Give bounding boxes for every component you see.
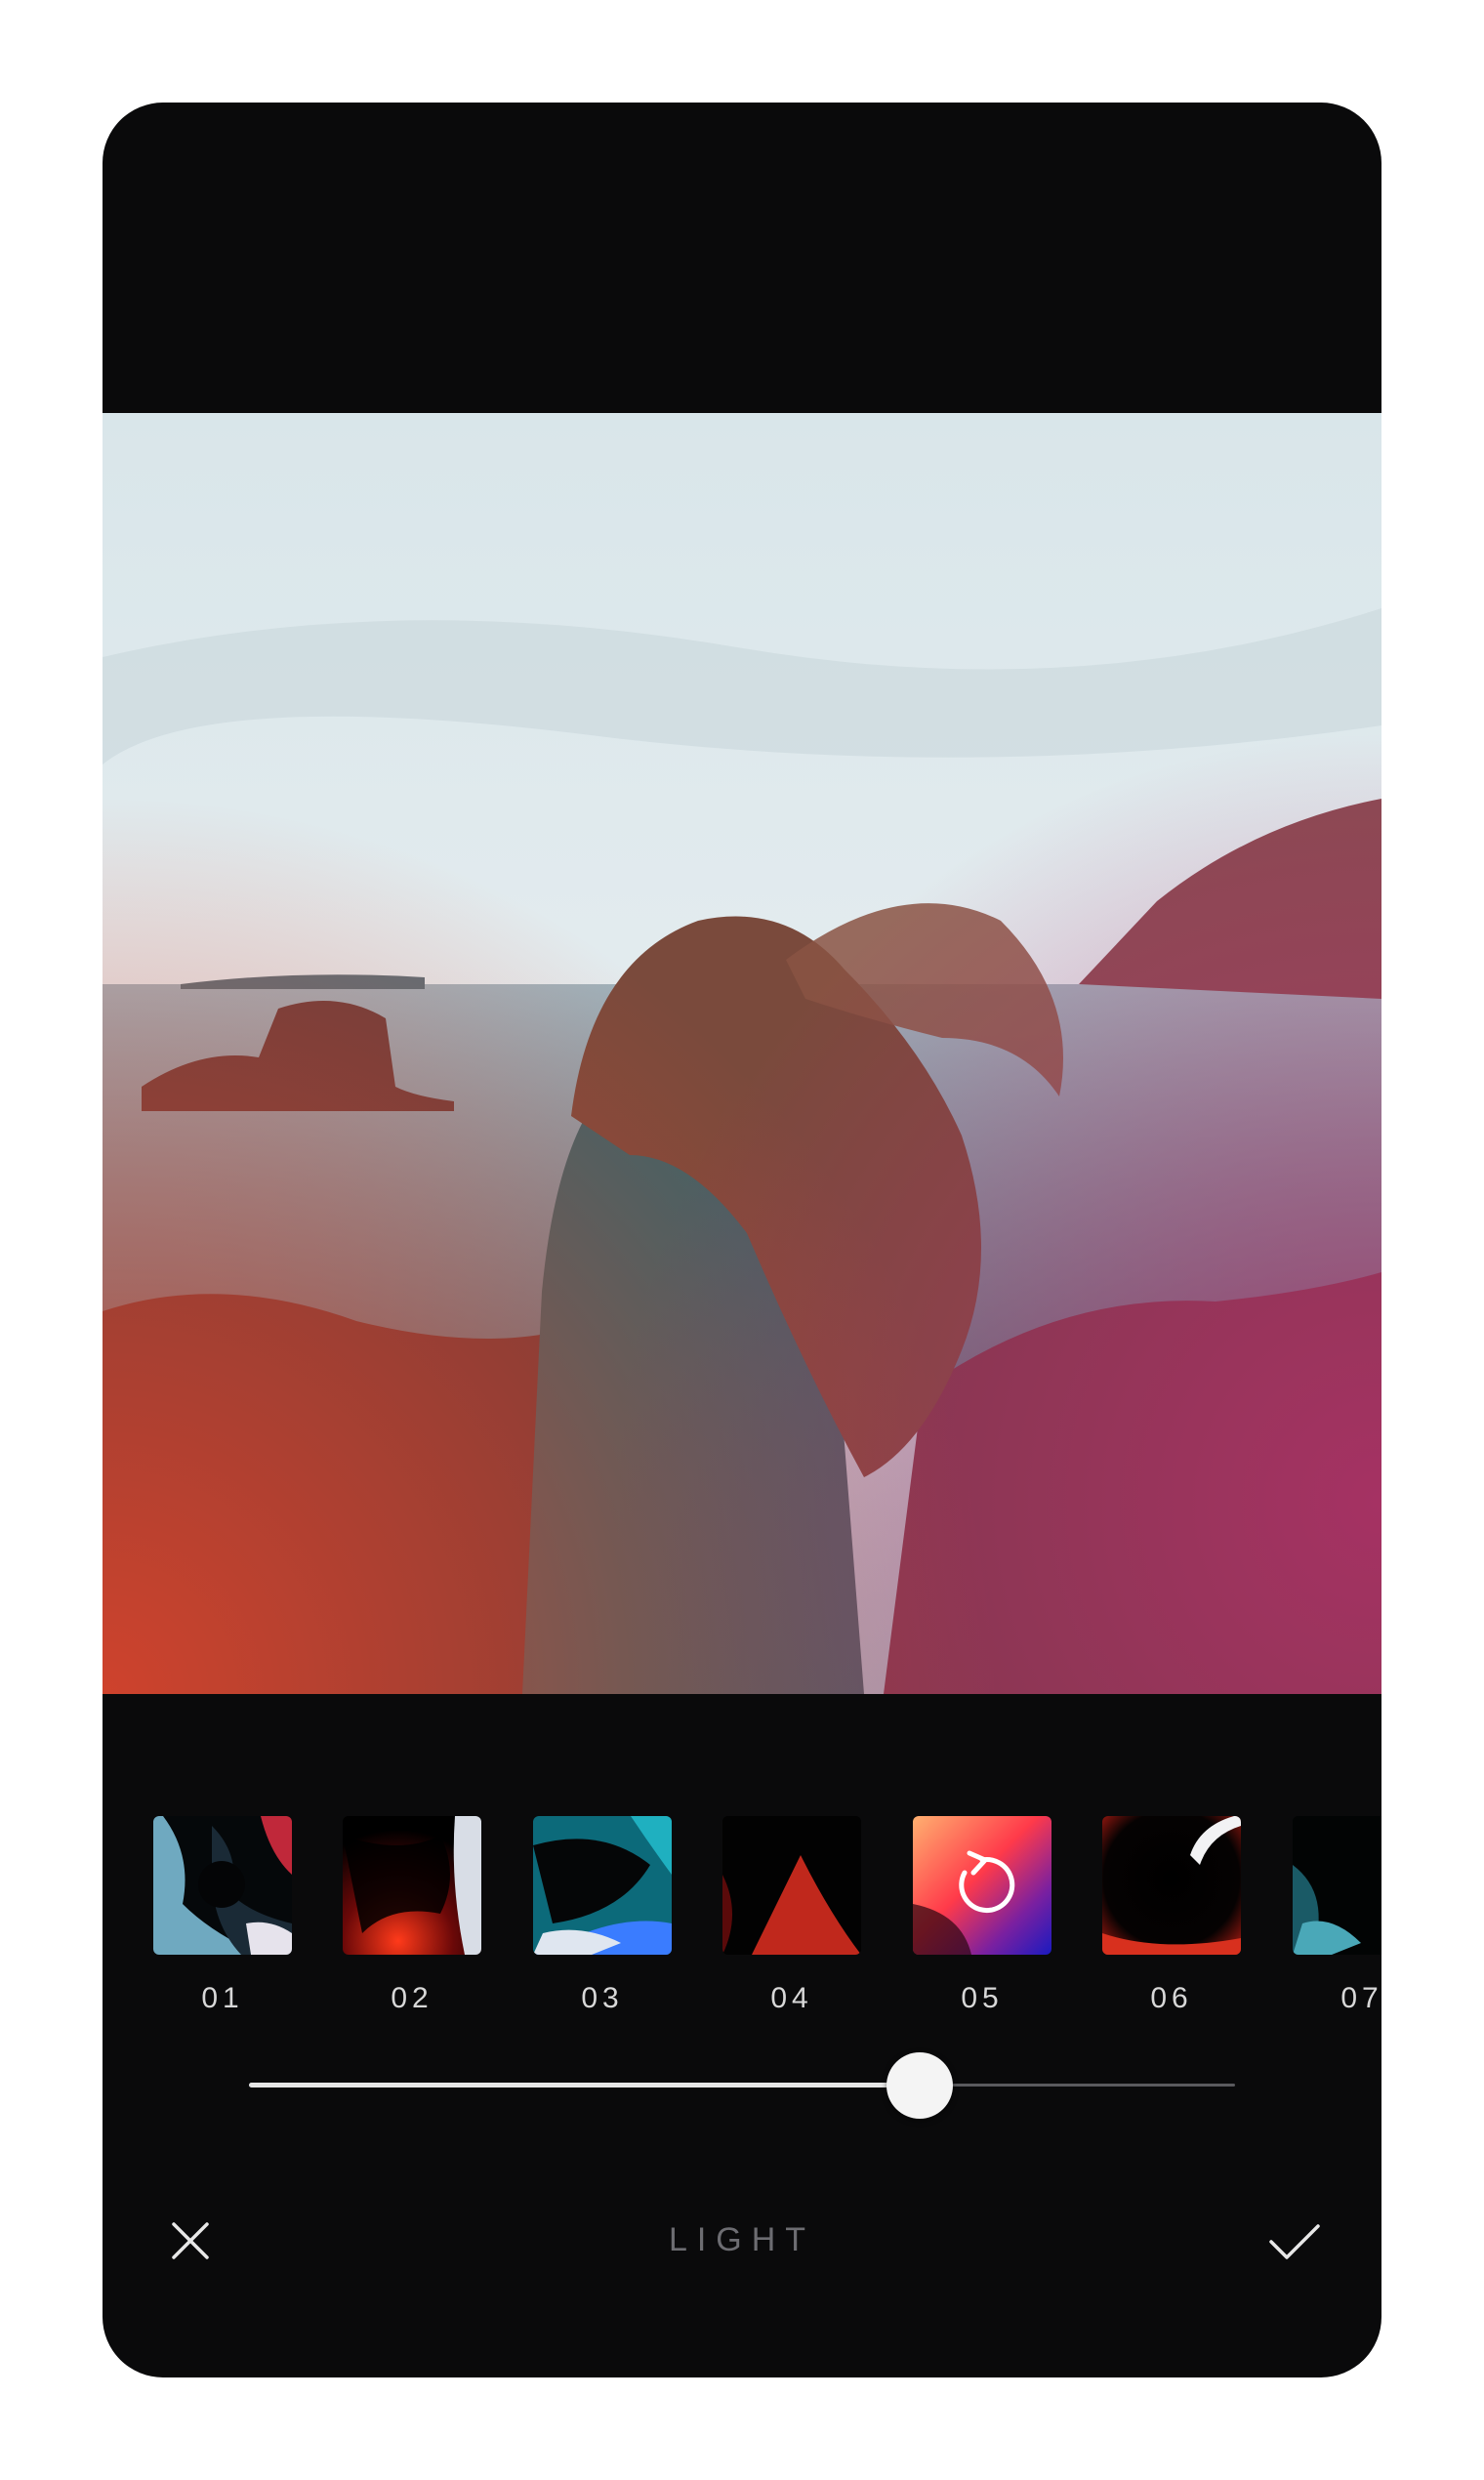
filter-preview-06 [1102,1816,1241,1955]
check-icon [1269,2224,1320,2259]
filter-preview-04 [722,1816,861,1955]
filter-preview-03 [533,1816,672,1955]
filter-thumb-02[interactable] [343,1816,481,1955]
photo-image [103,413,1381,1694]
filter-thumb-06[interactable] [1102,1816,1241,1955]
filter-preview-01 [153,1816,292,1955]
filter-label-04: 04 [770,1982,813,2014]
photo-preview [103,413,1381,1694]
filter-thumb-04[interactable] [722,1816,861,1955]
intensity-slider[interactable] [249,2052,1235,2119]
confirm-button[interactable] [1259,2207,1328,2275]
phone-frame: 01 02 03 04 05 06 07 LIGHT [103,103,1381,2377]
filter-thumb-03[interactable] [533,1816,672,1955]
filter-label-05: 05 [961,1982,1004,2014]
filter-label-06: 06 [1150,1982,1193,2014]
filter-label-01: 01 [201,1982,244,2014]
filter-strip: 01 02 03 04 05 06 07 [103,1816,1381,2031]
tool-title: LIGHT [668,2221,816,2258]
filter-preview-07 [1293,1816,1381,1955]
reset-icon[interactable] [913,1816,1051,1955]
slider-fill [249,2083,920,2087]
filter-label-07: 07 [1340,1982,1381,2014]
filter-thumb-01[interactable] [153,1816,292,1955]
filter-thumb-05[interactable] [913,1816,1051,1955]
filter-label-03: 03 [581,1982,624,2014]
bottom-toolbar: LIGHT [103,2192,1381,2290]
filter-label-02: 02 [391,1982,433,2014]
filter-thumb-07[interactable] [1293,1816,1381,1955]
filter-preview-02 [343,1816,481,1955]
slider-handle[interactable] [886,2052,953,2119]
